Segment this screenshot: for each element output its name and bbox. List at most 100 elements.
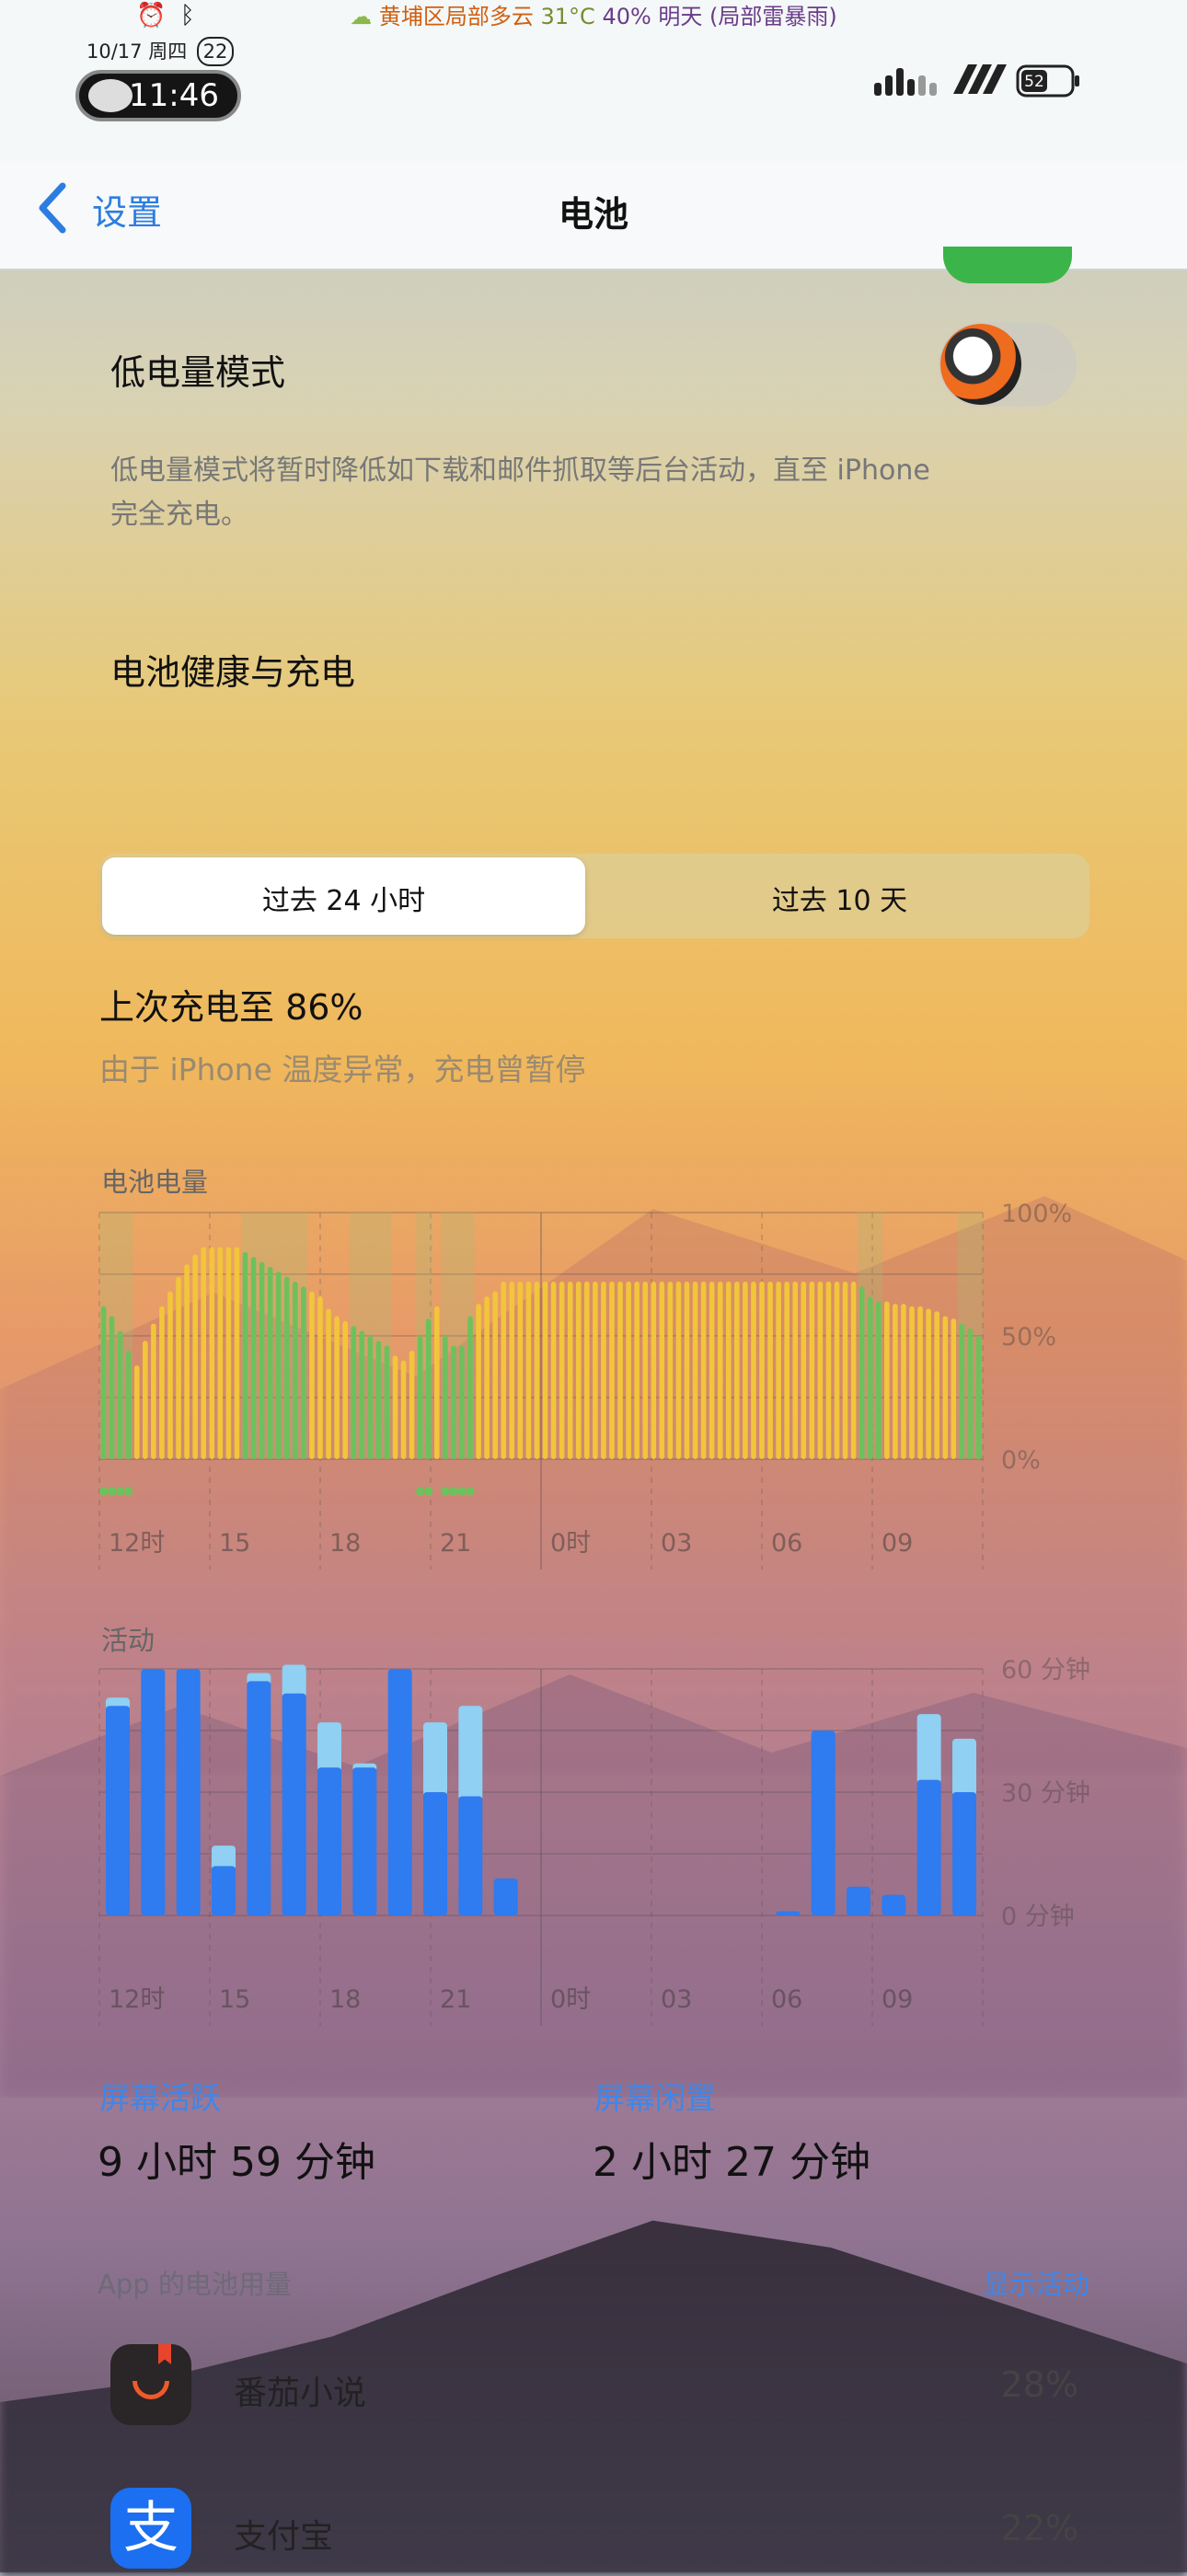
battery-bar	[301, 1286, 306, 1459]
y-tick-label: 0 分钟	[1001, 1903, 1075, 1931]
app-row[interactable]: 支 支付宝 22%	[0, 2480, 1187, 2572]
battery-bar	[550, 1282, 557, 1459]
app-name: 番茄小说	[234, 2375, 367, 2412]
battery-bar	[409, 1351, 415, 1459]
screen-active-bar	[776, 1911, 801, 1915]
battery-bar	[425, 1318, 432, 1459]
screen-idle-value: 2 小时 27 分钟	[593, 2139, 870, 2186]
battery-bar	[517, 1282, 524, 1459]
screen-active-bar	[106, 1706, 130, 1915]
battery-health-link[interactable]: 电池健康与充电	[110, 644, 355, 695]
toggle-knob-avatar-icon[interactable]	[940, 324, 1021, 405]
app-usage-header: App 的电池用量	[98, 2269, 292, 2300]
battery-bar	[293, 1282, 298, 1459]
status-date: 10/17 周四	[86, 40, 188, 63]
battery-bar	[917, 1305, 923, 1459]
battery-bar	[309, 1291, 315, 1459]
charging-indicator	[424, 1487, 433, 1496]
screen-active-bar	[247, 1681, 271, 1915]
x-tick-label: 21	[440, 1529, 471, 1558]
battery-bar	[492, 1291, 498, 1459]
y-tick-label: 60 分钟	[1001, 1656, 1090, 1685]
battery-bar	[759, 1282, 765, 1459]
page-title: 电池	[558, 194, 628, 235]
battery-bar	[109, 1316, 115, 1459]
weather-location: 黄埔区	[378, 4, 445, 29]
battery-bar	[675, 1282, 682, 1459]
battery-bar	[784, 1282, 789, 1459]
battery-bar	[525, 1282, 532, 1459]
alarm-icon: ⏰	[136, 2, 167, 29]
battery-bar	[342, 1320, 348, 1459]
battery-bar	[842, 1282, 848, 1459]
battery-bar	[217, 1247, 224, 1459]
screen-active-value: 9 小时 59 分钟	[98, 2139, 375, 2186]
battery-bar	[443, 1336, 448, 1459]
battery-bar	[559, 1282, 565, 1459]
battery-bar	[117, 1330, 123, 1459]
x-tick-label: 09	[882, 1985, 913, 2014]
screen-idle-bar	[952, 1738, 976, 1796]
battery-bar	[451, 1345, 456, 1459]
tab-past-24-hours[interactable]: 过去 24 小时	[102, 878, 585, 918]
battery-bar	[359, 1330, 365, 1459]
screen-active-bar	[141, 1669, 166, 1915]
screen-idle-bar	[282, 1664, 306, 1697]
battery-bar	[717, 1282, 723, 1459]
tab-past-10-days[interactable]: 过去 10 天	[594, 878, 1086, 918]
y-tick-label: 0%	[1001, 1446, 1041, 1475]
status-icons: 52	[874, 64, 1079, 98]
battery-bar	[584, 1282, 590, 1459]
app-percentage: 28%	[1000, 2364, 1078, 2405]
battery-bar	[534, 1282, 540, 1459]
battery-bar	[776, 1282, 781, 1459]
last-charge-title: 上次充电至 86%	[99, 987, 363, 1028]
battery-bar	[817, 1282, 824, 1459]
battery-bar	[351, 1326, 357, 1459]
battery-bar	[125, 1351, 132, 1459]
battery-bar	[884, 1301, 890, 1459]
screen-idle-label: 屏幕闲置	[594, 2080, 716, 2116]
battery-bar	[601, 1282, 606, 1459]
battery-bar	[509, 1282, 515, 1459]
charging-indicator	[124, 1487, 133, 1496]
app-row[interactable]: 番茄小说 28%	[0, 2337, 1187, 2440]
previous-toggle[interactable]	[943, 247, 1072, 283]
x-tick-label: 0时	[550, 1529, 591, 1558]
charging-indicator	[116, 1487, 125, 1496]
screen-active-bar	[423, 1792, 447, 1915]
x-tick-label: 06	[771, 1529, 802, 1558]
battery-bar	[433, 1305, 440, 1459]
battery-bar	[825, 1282, 832, 1459]
charging-indicator	[99, 1487, 109, 1496]
battery-bar	[700, 1282, 707, 1459]
screen-active-bar	[282, 1693, 306, 1915]
weather-icon: ☁	[350, 4, 373, 29]
x-tick-label: 06	[771, 1985, 802, 2014]
battery-bar	[250, 1257, 257, 1459]
screen-active-bar	[212, 1866, 236, 1915]
y-tick-label: 50%	[1001, 1323, 1056, 1351]
battery-bar	[967, 1328, 974, 1459]
screen-idle-bar	[916, 1714, 941, 1784]
battery-bar	[834, 1282, 840, 1459]
battery-bar	[926, 1308, 931, 1459]
battery-bar	[375, 1340, 382, 1459]
signal-icon	[874, 68, 937, 96]
show-activity-button[interactable]: 显示活动	[920, 2263, 1089, 2302]
battery-bar	[942, 1316, 949, 1459]
battery-bar	[692, 1282, 698, 1459]
battery-bar	[809, 1282, 815, 1459]
battery-bar	[859, 1286, 865, 1459]
weather-forecast: 40% 明天 (局部雷暴雨)	[602, 4, 837, 29]
battery-bar	[326, 1308, 331, 1459]
bluetooth-icon: ᛒ	[180, 2, 195, 29]
battery-bar	[901, 1304, 906, 1459]
alipay-icon: 支	[110, 2488, 191, 2569]
screen-active-bar	[811, 1731, 836, 1915]
battery-bar	[100, 1305, 107, 1459]
battery-bar	[209, 1247, 215, 1459]
battery-bar	[384, 1345, 390, 1459]
battery-bar	[201, 1247, 207, 1459]
screen-active-bar	[916, 1779, 941, 1915]
